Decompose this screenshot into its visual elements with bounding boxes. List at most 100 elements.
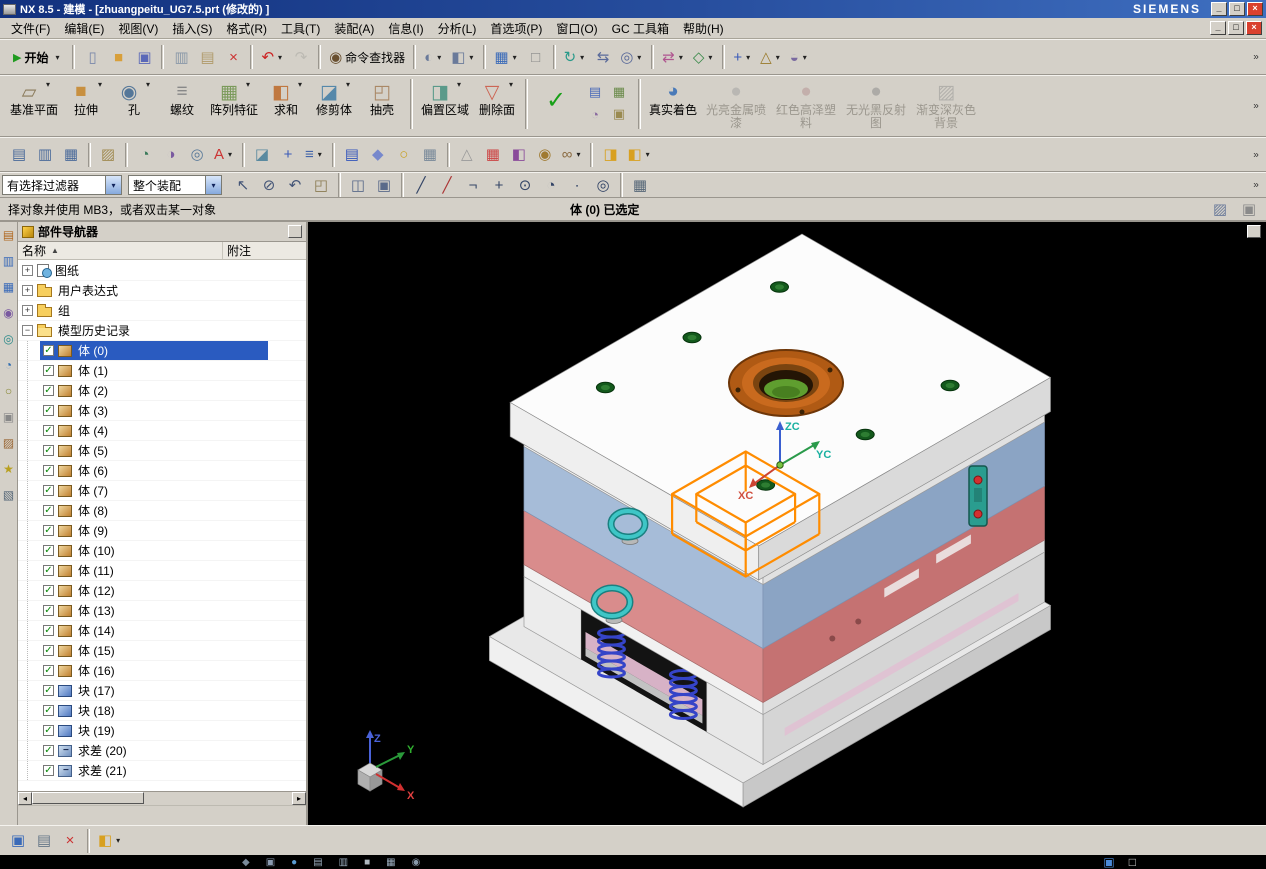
snap-view-icon[interactable]: ▤ [32, 828, 56, 853]
tree-item[interactable]: ✓ 体 (4) [18, 421, 306, 441]
reuse-library-icon[interactable]: ◉ [1, 306, 16, 321]
column-header-note[interactable]: 附注 [223, 242, 306, 259]
tree-item[interactable]: ✓ 体 (5) [18, 441, 306, 461]
part-navigator-icon[interactable]: ▦ [1, 280, 16, 295]
annotation-icon[interactable]: A ▾ [211, 142, 237, 167]
navigator-hscrollbar[interactable]: ◂ ▸ [18, 791, 306, 805]
hd3d-tools-icon[interactable]: ◎ [1, 332, 16, 347]
tree-item[interactable]: ✓ 体 (1) [18, 361, 306, 381]
move-component-icon[interactable]: ⇄ ▾ [659, 45, 688, 70]
snapshot-grid-icon[interactable]: ▦ [628, 173, 652, 198]
checkbox-checked-icon[interactable]: ✓ [43, 505, 54, 516]
taskbar-icon-1[interactable]: ◆ [242, 856, 250, 869]
rotate-view-icon[interactable]: ↻ ▾ [561, 45, 590, 70]
material-assign-icon-dropdown[interactable]: ▾ [801, 53, 809, 62]
close-button[interactable]: × [1247, 2, 1263, 16]
web-browser-icon[interactable]: ◔ [1, 358, 16, 373]
layer-category-icon[interactable]: ▦ [59, 142, 83, 167]
scan-tools-icon[interactable]: ▣ [608, 104, 630, 124]
tree-item[interactable]: + 用户表达式 [18, 281, 306, 301]
sheet-view-icon[interactable]: ▦ [608, 82, 630, 102]
journal-icon[interactable]: ▤ [340, 142, 364, 167]
checkbox-checked-icon[interactable]: ✓ [43, 445, 54, 456]
endpoint-snap-icon[interactable]: ╱ [409, 173, 433, 198]
midpoint-snap-icon[interactable]: ╱ [435, 173, 459, 198]
tree-item[interactable]: ✓ 求差 (21) [18, 761, 306, 781]
deselect-all-icon[interactable]: ⊘ [257, 173, 281, 198]
examine-geometry-button[interactable]: ✓ [532, 79, 580, 121]
checkbox-checked-icon[interactable]: ✓ [43, 525, 54, 536]
layer-settings-icon[interactable]: ▤ [7, 142, 31, 167]
extrude-button-dropdown[interactable]: ▾ [96, 80, 104, 89]
menu-item[interactable]: 信息(I) [381, 18, 430, 39]
tree-item[interactable]: ✓ 体 (13) [18, 601, 306, 621]
menu-item[interactable]: 分析(L) [431, 18, 484, 39]
pattern-feature-button[interactable]: ▦ ▾ 阵列特征 [206, 79, 262, 118]
selection-scope-combo[interactable]: 整个装配 ▾ [128, 175, 222, 195]
shaded-view-icon[interactable]: ◐ ▾ [421, 45, 446, 70]
draft-analysis-icon[interactable]: △ [455, 142, 479, 167]
restore-button[interactable]: □ [1229, 2, 1245, 16]
window-layout-icon-dropdown[interactable]: ▾ [511, 53, 519, 62]
thread-button[interactable]: ≡ 螺纹 [158, 79, 206, 118]
new-window-icon[interactable]: □ [524, 45, 548, 70]
extrude-button[interactable]: ■ ▾ 拉伸 [62, 79, 110, 118]
shell-button[interactable]: ◰ 抽壳 [358, 79, 406, 118]
checkbox-checked-icon[interactable]: ✓ [43, 645, 54, 656]
hole-button-dropdown[interactable]: ▾ [144, 80, 152, 89]
reuse-block-icon[interactable]: ◨ [598, 142, 622, 167]
more-snaps-icon[interactable]: ◎ [591, 173, 615, 198]
undo-icon-dropdown[interactable]: ▾ [276, 53, 284, 62]
edit-section-icon[interactable]: ◪ [250, 142, 274, 167]
menu-item[interactable]: 格式(R) [219, 18, 274, 39]
display-table-icon[interactable]: ▤ [584, 82, 606, 102]
mdi-restore-button[interactable]: □ [1228, 21, 1244, 35]
curve-tools-icon[interactable]: ◔ [584, 104, 606, 124]
minimize-button[interactable]: _ [1211, 2, 1227, 16]
assembly-navigator-icon[interactable]: ▤ [1, 228, 16, 243]
checkbox-checked-icon[interactable]: ✓ [43, 385, 54, 396]
graphics-window[interactable]: ZC YC XC Z X Y [308, 222, 1266, 825]
tree-item[interactable]: ✓ 块 (17) [18, 681, 306, 701]
trim-body-button[interactable]: ◪ ▾ 修剪体 [310, 79, 358, 118]
show-hide-icon[interactable]: ◎ [185, 142, 209, 167]
checkbox-checked-icon[interactable]: ✓ [43, 565, 54, 576]
visible-in-view-icon[interactable]: ▥ [33, 142, 57, 167]
checkbox-checked-icon[interactable]: ✓ [43, 365, 54, 376]
start-button[interactable]: ▶ 开始 ▾ [7, 45, 67, 70]
annotation-icon-dropdown[interactable]: ▾ [226, 150, 234, 159]
udf-library-icon[interactable]: ◧ ▾ [624, 142, 654, 167]
top-assembly-icon[interactable]: ◫ [346, 173, 370, 198]
macro-icon[interactable]: ◆ [366, 142, 390, 167]
command-list-icon[interactable]: ≡ ▾ [302, 142, 327, 167]
taskbar-icon-5[interactable]: ▥ [339, 856, 348, 869]
delete-face-button[interactable]: ▽ ▾ 删除面 [473, 79, 521, 118]
tree-item[interactable]: + 图纸 [18, 261, 306, 281]
panel-pin-icon[interactable] [288, 225, 302, 238]
tree-item[interactable]: ✓ 块 (19) [18, 721, 306, 741]
hole-button[interactable]: ◉ ▾ 孔 [110, 79, 158, 118]
helix-icon[interactable]: ○ [392, 142, 416, 167]
component-select-icon[interactable]: ▣ [372, 173, 396, 198]
datum-plane-button[interactable]: ▱ ▾ 基准平面 [6, 79, 62, 118]
checkbox-checked-icon[interactable]: ✓ [43, 705, 54, 716]
intersection-snap-icon[interactable]: + [487, 173, 511, 198]
tree-item[interactable]: ✓ 体 (12) [18, 581, 306, 601]
object-display-icon[interactable]: ◑ [159, 142, 183, 167]
expand-icon[interactable]: + [22, 305, 33, 316]
checkbox-checked-icon[interactable]: ✓ [43, 485, 54, 496]
pan-view-icon[interactable]: ⇆ [591, 45, 615, 70]
tray-volume-icon[interactable]: □ [1129, 855, 1136, 869]
user-tools-icon[interactable]: ◧ ▾ [95, 828, 125, 853]
checkbox-checked-icon[interactable]: ✓ [43, 465, 54, 476]
model-canvas[interactable]: ZC YC XC Z X Y [308, 222, 1266, 825]
arc-center-snap-icon[interactable]: ⊙ [513, 173, 537, 198]
tree-item[interactable]: ✓ 体 (10) [18, 541, 306, 561]
taskbar-icon-2[interactable]: ▣ [266, 856, 275, 869]
capture-region-icon[interactable]: ◰ [309, 173, 333, 198]
taskbar-icon-3[interactable]: ● [291, 856, 297, 869]
command-list-icon-dropdown[interactable]: ▾ [316, 150, 324, 159]
tree-item[interactable]: ✓ 体 (7) [18, 481, 306, 501]
tree-item[interactable]: ✓ 体 (9) [18, 521, 306, 541]
viewport-clip-button[interactable] [1247, 225, 1261, 238]
